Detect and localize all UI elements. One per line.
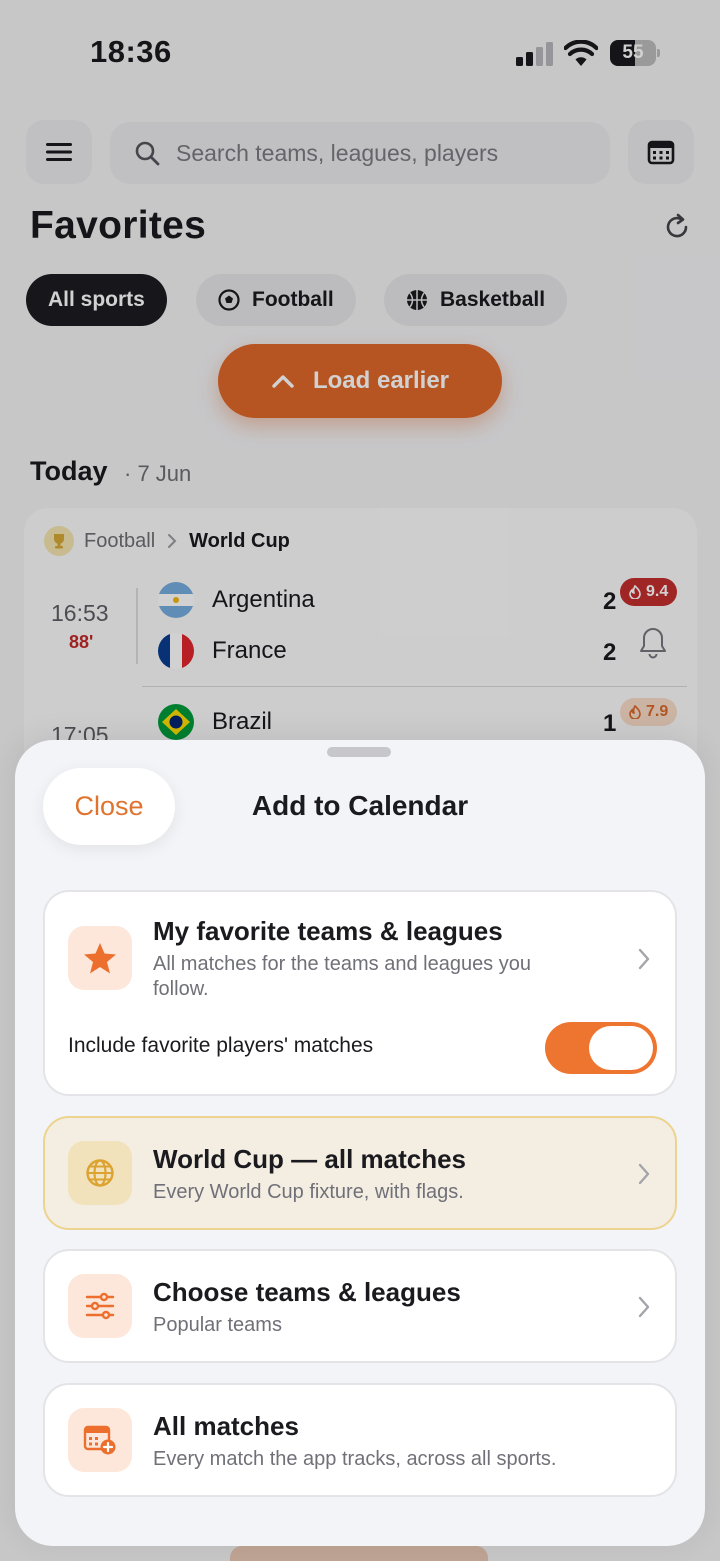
add-to-calendar-sheet: Close Add to Calendar My favorite teams … (15, 740, 705, 1546)
load-earlier-label: Load earlier (312, 367, 450, 394)
load-earlier-button[interactable]: Load earlier (218, 344, 502, 418)
option-title: My favorite teams & leagues (153, 916, 503, 946)
trophy-icon (44, 526, 74, 556)
filter-chip-all-sports[interactable]: All sports (26, 274, 167, 326)
match-rating: 7.9 (620, 698, 678, 726)
option-subtitle: Popular teams (153, 1314, 282, 1336)
option-favorite-teams[interactable]: My favorite teams & leagues All matches … (43, 890, 677, 1096)
team-row[interactable]: Brazil (158, 704, 272, 740)
star-icon (68, 926, 132, 990)
league-name: World Cup (189, 529, 290, 552)
refresh-icon[interactable] (662, 212, 692, 242)
app-screen: 18:36 55 Search teams, leagues, players (0, 0, 720, 1561)
team-score: 2 (603, 588, 617, 615)
search-icon (135, 141, 160, 166)
signal-icon (516, 42, 553, 66)
rating-value: 9.4 (646, 583, 669, 600)
match-time: 16:53 (51, 600, 109, 626)
calendar-add-icon (68, 1408, 132, 1472)
filter-chip-basketball[interactable]: Basketball (384, 274, 568, 326)
option-title: World Cup — all matches (153, 1144, 467, 1174)
rating-value: 7.9 (646, 703, 669, 720)
sliders-icon (68, 1274, 132, 1338)
team-row[interactable]: France (158, 633, 287, 669)
option-subtitle: All matches for the teams and leagues yo… (153, 953, 531, 1000)
chip-label: Basketball (440, 288, 546, 311)
option-subtitle: Every match the app tracks, across all s… (153, 1448, 557, 1470)
calendar-icon (647, 140, 675, 165)
chip-label: Football (252, 288, 334, 311)
filter-chip-football[interactable]: Football (196, 274, 356, 326)
brazil-flag-icon (158, 704, 194, 740)
team-name: Argentina (212, 586, 315, 613)
option-title: All matches (153, 1411, 299, 1441)
chevron-right-icon (638, 1163, 650, 1185)
include-players-toggle[interactable] (545, 1022, 657, 1074)
match-rating: 9.4 (620, 578, 678, 606)
toggle-label: Include favorite players' matches (68, 1034, 374, 1057)
globe-icon (68, 1141, 132, 1205)
team-name: Brazil (212, 708, 273, 735)
basketball-icon (407, 290, 427, 310)
chip-label: All sports (48, 288, 145, 311)
league-breadcrumb[interactable]: Football World Cup (44, 526, 290, 556)
team-score: 1 (603, 710, 617, 737)
calendar-button[interactable] (628, 120, 694, 184)
chevron-up-icon (272, 375, 294, 388)
chevron-right-icon (638, 948, 650, 970)
hamburger-icon (46, 143, 72, 161)
league-sport: Football (84, 529, 156, 552)
sheet-title: Add to Calendar (251, 790, 469, 821)
search-input[interactable]: Search teams, leagues, players (110, 122, 610, 184)
battery-level: 55 (622, 42, 644, 63)
flame-icon (629, 585, 641, 599)
france-flag-icon (158, 633, 194, 669)
argentina-flag-icon (158, 582, 194, 618)
team-row[interactable]: Argentina (158, 582, 315, 618)
page-title: Favorites (30, 204, 207, 247)
flame-icon (629, 705, 641, 719)
sheet-grabber[interactable] (327, 747, 391, 757)
option-all-matches[interactable]: All matches Every match the app tracks, … (43, 1383, 677, 1497)
football-icon (218, 289, 240, 311)
match-minute: 88' (69, 632, 94, 652)
menu-button[interactable] (26, 120, 92, 184)
team-score: 2 (603, 639, 617, 666)
battery-indicator: 55 (610, 40, 660, 66)
day-date: · 7 Jun (124, 461, 192, 486)
bell-icon[interactable] (638, 626, 668, 660)
chevron-right-icon (168, 534, 177, 548)
team-name: France (212, 637, 287, 664)
option-world-cup[interactable]: World Cup — all matches Every World Cup … (43, 1116, 677, 1230)
search-placeholder: Search teams, leagues, players (176, 139, 499, 166)
option-choose-teams[interactable]: Choose teams & leagues Popular teams (43, 1249, 677, 1363)
option-title: Choose teams & leagues (153, 1277, 461, 1307)
status-time: 18:36 (90, 34, 172, 69)
day-label: Today (30, 456, 108, 486)
wifi-icon (564, 40, 598, 66)
option-subtitle: Every World Cup fixture, with flags. (153, 1181, 464, 1203)
chevron-right-icon (638, 1296, 650, 1318)
